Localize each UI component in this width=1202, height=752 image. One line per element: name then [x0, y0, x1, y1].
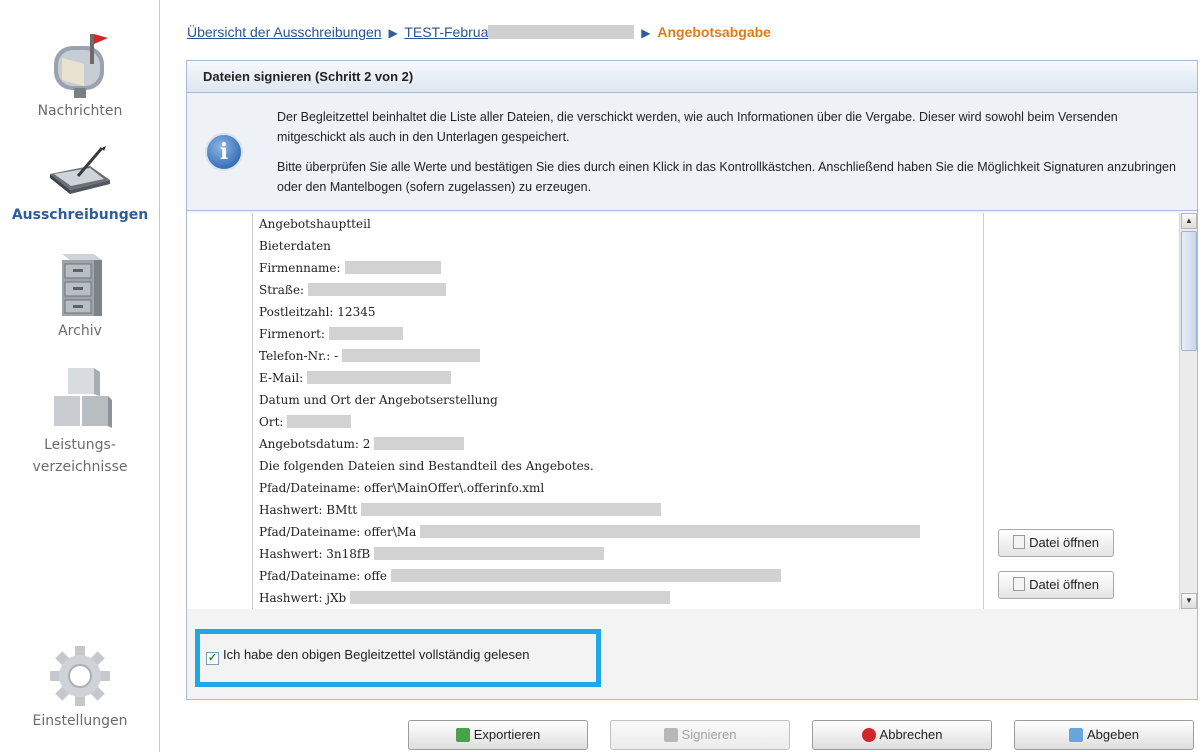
doc-line: Telefon-Nr.: - [253, 345, 983, 367]
breadcrumb: Übersicht der Ausschreibungen ▶ TEST-Feb… [187, 24, 771, 40]
sign-icon [663, 728, 678, 742]
scroll-up-arrow-icon[interactable]: ▲ [1181, 213, 1197, 229]
info-icon: i [205, 133, 243, 171]
document-icon [1013, 577, 1026, 591]
panel-title: Dateien signieren (Schritt 2 von 2) [187, 61, 1197, 93]
cover-sheet-viewer[interactable]: Angebotshauptteil Bieterdaten Firmenname… [187, 213, 1197, 609]
breadcrumb-separator-icon: ▶ [641, 26, 651, 40]
open-file-button[interactable]: Datei öffnen [998, 571, 1114, 599]
info-paragraph-1: Der Begleitzettel beinhaltet die Liste a… [277, 110, 1118, 144]
sign-button: Signieren [610, 720, 790, 750]
cubes-icon [54, 368, 112, 428]
sidebar-item-label: Archiv [58, 323, 102, 339]
redacted-block [420, 525, 921, 538]
doc-line: Postleitzahl: 12345 [259, 305, 376, 319]
redacted-block [361, 503, 662, 516]
sidebar-item-label: Nachrichten [37, 103, 123, 119]
breadcrumb-tender-link[interactable]: TEST-Februa [404, 24, 635, 40]
doc-line: Ort: [253, 411, 983, 433]
export-icon [455, 728, 470, 742]
filing-cabinet-icon [62, 254, 102, 316]
redacted-block [308, 283, 447, 296]
doc-line: Hashwert: 3n18fB [253, 543, 983, 565]
redacted-block [374, 547, 605, 560]
open-file-button[interactable]: Datei öffnen [998, 529, 1114, 557]
redacted-block [287, 415, 352, 428]
sign-files-panel: Dateien signieren (Schritt 2 von 2) i De… [186, 60, 1198, 700]
sidebar-item-archiv[interactable]: Archiv [0, 248, 160, 342]
redacted-block [374, 437, 465, 450]
vertical-scrollbar[interactable]: ▲ ▼ [1179, 213, 1197, 609]
doc-line: Firmenname: [253, 257, 983, 279]
gear-icon [50, 646, 110, 706]
doc-line: Pfad/Dateiname: offer\Ma [253, 521, 983, 543]
doc-line: Bieterdaten [259, 239, 331, 253]
open-file-label: Datei öffnen [1029, 535, 1099, 550]
doc-line: Angebotshauptteil [259, 217, 371, 231]
doc-line: Die folgenden Dateien sind Bestandteil d… [259, 459, 594, 473]
sidebar-item-ausschreibungen[interactable]: Ausschreibungen [0, 140, 160, 226]
sidebar-item-leistungsverzeichnisse[interactable]: Leistungs- verzeichnisse [0, 362, 160, 478]
tablet-pen-icon [50, 146, 110, 194]
export-button[interactable]: Exportieren [408, 720, 588, 750]
cover-sheet-text: Angebotshauptteil Bieterdaten Firmenname… [253, 213, 983, 609]
viewer-margin [187, 213, 253, 609]
redacted-block [328, 327, 403, 340]
cancel-icon [861, 728, 876, 742]
doc-line: E-Mail: [253, 367, 983, 389]
sidebar-item-einstellungen[interactable]: Einstellungen [0, 640, 160, 732]
doc-line: Firmenort: [253, 323, 983, 345]
redacted-block [307, 371, 452, 384]
confirm-read-label: Ich habe den obigen Begleitzettel vollst… [223, 647, 530, 662]
redacted-block [342, 349, 481, 362]
mailbox-icon [54, 34, 108, 98]
submit-button[interactable]: Abgeben [1014, 720, 1194, 750]
doc-line: Datum und Ort der Angebotserstellung [259, 393, 498, 407]
export-label: Exportieren [473, 727, 541, 742]
cancel-label: Abbrechen [879, 727, 943, 742]
doc-line: Hashwert: BMtt [253, 499, 983, 521]
file-actions-column: Datei öffnen Datei öffnen [983, 213, 1179, 609]
sidebar-item-label: Leistungs- [44, 437, 116, 453]
redacted-block [350, 591, 671, 604]
checkbox-checked-icon[interactable]: ✓ [206, 652, 219, 665]
breadcrumb-separator-icon: ▶ [388, 26, 398, 40]
info-text: Der Begleitzettel beinhaltet die Liste a… [277, 107, 1183, 207]
confirm-read-checkbox[interactable]: ✓ Ich habe den obigen Begleitzettel volls… [206, 647, 529, 665]
sidebar-item-nachrichten[interactable]: Nachrichten [0, 24, 160, 122]
submit-icon [1068, 728, 1083, 742]
info-box: i Der Begleitzettel beinhaltet die Liste… [187, 93, 1197, 211]
info-paragraph-2: Bitte überprüfen Sie alle Werte und best… [277, 160, 1176, 194]
cancel-button[interactable]: Abbrechen [812, 720, 992, 750]
doc-line: Angebotsdatum: 2 [253, 433, 983, 455]
redacted-block [344, 261, 441, 274]
sidebar: Nachrichten Ausschreibungen Archiv Leist… [0, 0, 160, 752]
open-file-label: Datei öffnen [1029, 577, 1099, 592]
submit-label: Abgeben [1086, 727, 1140, 742]
confirm-highlight: ✓ Ich habe den obigen Begleitzettel volls… [195, 629, 601, 687]
main-content: Übersicht der Ausschreibungen ▶ TEST-Feb… [168, 0, 1202, 752]
sidebar-item-label: Einstellungen [32, 713, 128, 729]
sidebar-item-label: Ausschreibungen [11, 207, 149, 223]
breadcrumb-tender-text: TEST-Februa [404, 24, 489, 40]
doc-line: Pfad/Dateiname: offe [253, 565, 983, 587]
scroll-down-arrow-icon[interactable]: ▼ [1181, 593, 1197, 609]
redacted-block [488, 25, 635, 39]
sidebar-item-label-line2: verzeichnisse [32, 459, 128, 475]
doc-line: Straße: [253, 279, 983, 301]
breadcrumb-current: Angebotsabgabe [657, 24, 771, 40]
doc-line: Hashwert: jXb [253, 587, 983, 609]
document-icon [1013, 535, 1026, 549]
doc-line: Pfad/Dateiname: offer\MainOffer\.offerin… [259, 481, 545, 495]
sign-label: Signieren [681, 727, 737, 742]
scrollbar-thumb[interactable] [1181, 231, 1197, 351]
redacted-block [391, 569, 782, 582]
breadcrumb-overview-link[interactable]: Übersicht der Ausschreibungen [187, 24, 382, 40]
